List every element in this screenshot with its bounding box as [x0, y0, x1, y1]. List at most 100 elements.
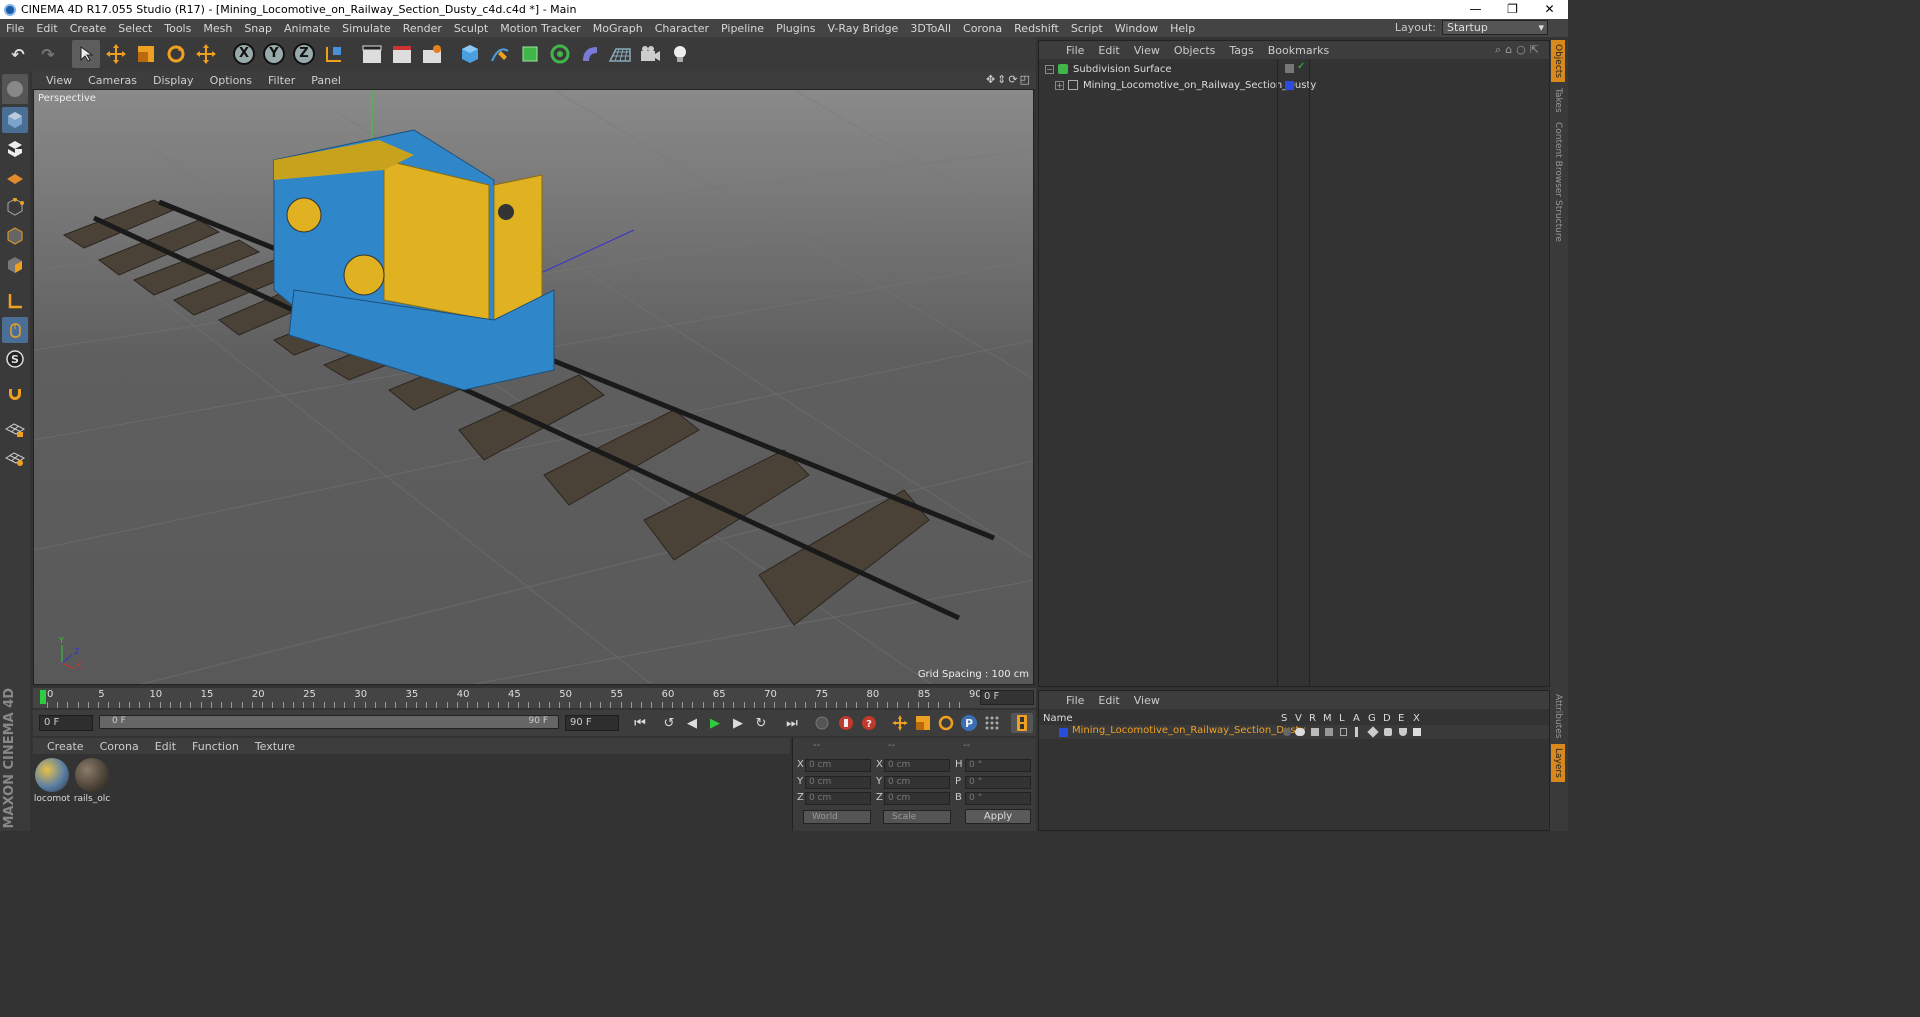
subdivision-visibility-icon[interactable] — [1285, 64, 1294, 73]
layer-xref-icon[interactable] — [1413, 728, 1421, 736]
pos-z-field[interactable]: 0 cm — [805, 792, 871, 805]
spline-pen-button[interactable] — [486, 40, 514, 68]
expand-toggle[interactable]: + — [1055, 80, 1064, 90]
layer-row[interactable]: Mining_Locomotive_on_Railway_Section_Dus… — [1039, 725, 1549, 739]
menu-animate[interactable]: Animate — [278, 22, 336, 35]
camera-button[interactable] — [636, 40, 664, 68]
menu-3dtoall[interactable]: 3DToAll — [904, 22, 957, 35]
material-menu-texture[interactable]: Texture — [247, 740, 303, 753]
layer-visible-eye-icon[interactable] — [1295, 728, 1305, 736]
rotate-tool-button[interactable] — [162, 40, 190, 68]
record-active-objects-button[interactable] — [835, 713, 857, 733]
menu-render[interactable]: Render — [397, 22, 448, 35]
tab-objects[interactable]: Objects — [1551, 40, 1565, 83]
collapse-toggle[interactable]: − — [1045, 64, 1054, 74]
coordinate-system-button[interactable] — [320, 40, 348, 68]
workplane-snap-button[interactable] — [2, 445, 28, 471]
material-item-rails[interactable]: rails_olc — [73, 758, 111, 804]
menu-simulate[interactable]: Simulate — [336, 22, 397, 35]
tab-content-browser[interactable]: Content Browser — [1551, 118, 1565, 201]
object-row-subdivision-surface[interactable]: − Subdivision Surface — [1045, 61, 1172, 77]
menu-vray-bridge[interactable]: V-Ray Bridge — [821, 22, 904, 35]
edges-mode-button[interactable] — [2, 223, 28, 249]
menu-script[interactable]: Script — [1065, 22, 1109, 35]
menu-plugins[interactable]: Plugins — [770, 22, 821, 35]
3d-viewport[interactable]: Perspective Grid Spacing : 100 cm Y Z X — [33, 89, 1034, 685]
object-menu-tags[interactable]: Tags — [1222, 44, 1260, 57]
material-menu-create[interactable]: Create — [39, 740, 92, 753]
viewport-menu-display[interactable]: Display — [145, 74, 202, 87]
timeline-playhead[interactable] — [40, 690, 46, 704]
snap-button[interactable] — [2, 382, 28, 408]
start-frame-field[interactable]: 0 F — [39, 715, 93, 731]
key-rotation-button[interactable] — [935, 713, 957, 733]
menu-redshift[interactable]: Redshift — [1008, 22, 1065, 35]
menu-mesh[interactable]: Mesh — [197, 22, 238, 35]
layer-menu-file[interactable]: File — [1059, 694, 1091, 707]
layout-select[interactable]: Startup — [1442, 20, 1548, 35]
points-mode-button[interactable] — [2, 194, 28, 220]
next-frame-button[interactable]: ▶ — [727, 713, 749, 733]
cube-primitive-button[interactable] — [456, 40, 484, 68]
play-button[interactable]: ▶ — [704, 713, 726, 733]
preview-range-slider[interactable]: 0 F 90 F — [99, 715, 559, 729]
goto-end-button[interactable]: ⏭ — [781, 713, 803, 733]
deformer-button[interactable] — [576, 40, 604, 68]
material-menu-corona[interactable]: Corona — [92, 740, 147, 753]
pos-y-field[interactable]: 0 cm — [805, 776, 871, 789]
render-settings-button[interactable] — [418, 40, 446, 68]
next-key-button[interactable]: ↻ — [750, 713, 772, 733]
menu-corona[interactable]: Corona — [957, 22, 1008, 35]
menu-pipeline[interactable]: Pipeline — [715, 22, 770, 35]
menu-create[interactable]: Create — [64, 22, 113, 35]
goto-start-button[interactable]: ⏮ — [629, 713, 651, 733]
timeline-window-button[interactable] — [1011, 713, 1033, 733]
layer-generator-icon[interactable] — [1367, 726, 1379, 738]
render-picture-viewer-button[interactable] — [388, 40, 416, 68]
rot-h-field[interactable]: 0 ° — [965, 759, 1031, 772]
tab-attributes[interactable]: Attributes — [1551, 690, 1565, 742]
menu-file[interactable]: File — [0, 22, 30, 35]
make-editable-button[interactable] — [2, 74, 28, 104]
menu-motion-tracker[interactable]: Motion Tracker — [494, 22, 586, 35]
end-frame-field[interactable]: 90 F — [565, 715, 619, 731]
menu-window[interactable]: Window — [1109, 22, 1164, 35]
floor-button[interactable] — [606, 40, 634, 68]
object-menu-file[interactable]: File — [1059, 44, 1091, 57]
menu-mograph[interactable]: MoGraph — [587, 22, 649, 35]
viewport-menu-cameras[interactable]: Cameras — [80, 74, 145, 87]
undo-button[interactable]: ↶ — [4, 40, 32, 68]
object-menu-edit[interactable]: Edit — [1091, 44, 1126, 57]
z-axis-lock-button[interactable]: Z — [290, 40, 318, 68]
viewport-menu-view[interactable]: View — [38, 74, 80, 87]
transform-tool-button[interactable] — [192, 40, 220, 68]
menu-select[interactable]: Select — [112, 22, 158, 35]
redo-button[interactable]: ↷ — [34, 40, 62, 68]
object-manager-search-icons[interactable]: ⌕⌂○⇱ — [1495, 43, 1543, 57]
minimize-button[interactable]: — — [1457, 0, 1494, 19]
key-pla-button[interactable] — [981, 713, 1003, 733]
menu-sculpt[interactable]: Sculpt — [448, 22, 494, 35]
viewport-menu-options[interactable]: Options — [202, 74, 260, 87]
key-position-button[interactable] — [889, 713, 911, 733]
array-button[interactable] — [546, 40, 574, 68]
layer-animation-icon[interactable] — [1355, 727, 1358, 737]
layer-manager-icon[interactable] — [1325, 728, 1333, 736]
layer-render-icon[interactable] — [1311, 728, 1319, 736]
prev-key-button[interactable]: ↺ — [658, 713, 680, 733]
motion-record-button[interactable] — [811, 713, 833, 733]
timeline-ruler[interactable]: 0 5 10 15 20 25 30 35 40 45 50 55 60 65 70 75 80 85 90 — [33, 688, 1036, 708]
tweak-mode-button[interactable] — [2, 317, 28, 343]
menu-snap[interactable]: Snap — [238, 22, 278, 35]
select-tool-button[interactable] — [72, 40, 100, 68]
texture-mode-button[interactable] — [2, 136, 28, 162]
tab-takes[interactable]: Takes — [1551, 84, 1565, 117]
key-scale-button[interactable] — [912, 713, 934, 733]
autokey-button[interactable]: ? — [858, 713, 880, 733]
viewport-menu-filter[interactable]: Filter — [260, 74, 303, 87]
tab-layers[interactable]: Layers — [1551, 744, 1565, 782]
axis-mode-button[interactable] — [2, 288, 28, 314]
render-view-button[interactable] — [358, 40, 386, 68]
size-y-field[interactable]: 0 cm — [884, 776, 950, 789]
menu-character[interactable]: Character — [649, 22, 715, 35]
